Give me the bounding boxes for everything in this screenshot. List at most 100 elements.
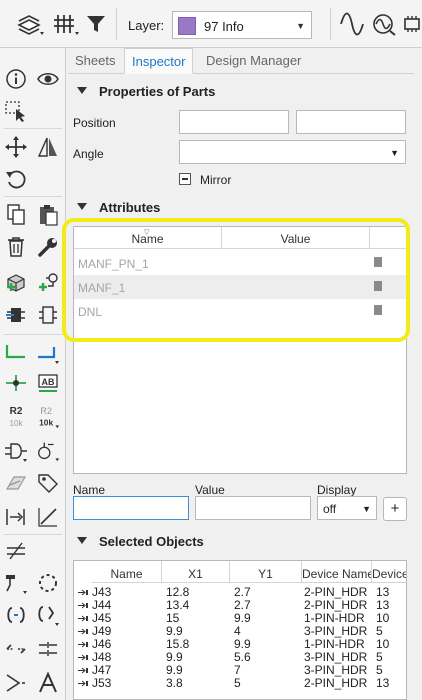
copy-icon[interactable] bbox=[3, 202, 29, 228]
attr-value-label: Value bbox=[195, 483, 225, 497]
chip-icon[interactable] bbox=[402, 10, 422, 38]
move-icon[interactable] bbox=[3, 134, 29, 160]
attr-col-extra bbox=[370, 227, 406, 249]
cell-device-name: 2-PIN_HDR bbox=[304, 586, 368, 599]
blue-bus-icon[interactable] bbox=[35, 340, 61, 366]
part-outline-icon[interactable] bbox=[35, 302, 61, 328]
green-wire-icon[interactable] bbox=[3, 340, 29, 366]
text-icon[interactable] bbox=[35, 670, 61, 696]
part-row-icon bbox=[78, 641, 88, 648]
sel-col-name[interactable]: Name bbox=[92, 561, 162, 583]
attr-display-select[interactable]: off ▼ bbox=[317, 496, 377, 520]
table-row[interactable]: J44 13.4 2.7 2-PIN_HDR 13 bbox=[74, 599, 406, 612]
wrench-icon[interactable] bbox=[35, 234, 61, 260]
attr-value-input[interactable] bbox=[195, 496, 311, 520]
selected-objects-title: Selected Objects bbox=[99, 534, 204, 549]
table-row[interactable]: J46 15.8 9.9 1-PIN-HDR 10 bbox=[74, 638, 406, 651]
attr-row[interactable]: DNL bbox=[74, 299, 406, 323]
svg-text:R2: R2 bbox=[40, 406, 52, 416]
cell-name: J44 bbox=[92, 599, 112, 612]
filter-icon[interactable] bbox=[82, 10, 110, 38]
selected-objects-table: Name X1 Y1 Device Name Device J43 12.8 2… bbox=[73, 560, 407, 700]
cell-device-name: 3-PIN_HDR bbox=[304, 651, 368, 664]
name-r2-icon[interactable]: R2 10k bbox=[35, 404, 61, 430]
sel-col-x1[interactable]: X1 bbox=[162, 561, 230, 583]
cell-device: 5 bbox=[376, 651, 383, 664]
attr-col-value[interactable]: Value bbox=[222, 227, 370, 249]
add-part-icon[interactable] bbox=[3, 270, 29, 296]
cell-x1: 9.9 bbox=[166, 651, 183, 664]
add-attribute-button[interactable]: + bbox=[383, 497, 407, 521]
circle-dashed-icon[interactable] bbox=[35, 570, 61, 596]
sine-wave-icon[interactable] bbox=[338, 10, 366, 38]
properties-section-header[interactable]: Properties of Parts bbox=[68, 78, 414, 104]
attr-row-name: DNL bbox=[78, 305, 103, 319]
position-label: Position bbox=[73, 116, 116, 130]
mirror-icon[interactable] bbox=[35, 134, 61, 160]
eye-icon[interactable] bbox=[35, 66, 61, 92]
add-pin-icon[interactable] bbox=[35, 270, 61, 296]
rotate-icon[interactable] bbox=[3, 166, 29, 192]
cell-name: J43 bbox=[92, 586, 112, 599]
cell-x1: 12.8 bbox=[166, 586, 190, 599]
optimize-icon[interactable] bbox=[35, 636, 61, 662]
sel-col-y1[interactable]: Y1 bbox=[230, 561, 302, 583]
left-tool-palette: AB R2 10k R2 10k bbox=[0, 48, 66, 700]
port-icon[interactable] bbox=[3, 504, 29, 530]
table-row[interactable]: J53 3.8 5 2-PIN_HDR 13 bbox=[74, 677, 406, 690]
value-r2-icon[interactable]: R2 10k bbox=[3, 404, 29, 430]
mirror-label: Mirror bbox=[200, 173, 232, 187]
table-row[interactable]: J47 9.9 7 3-PIN_HDR 5 bbox=[74, 664, 406, 677]
attr-display-icon bbox=[374, 257, 382, 267]
layers-icon[interactable] bbox=[16, 10, 44, 38]
table-row[interactable]: J45 15 9.9 1-PIN-HDR 10 bbox=[74, 612, 406, 625]
miter-icon[interactable] bbox=[35, 602, 61, 628]
junction-icon[interactable] bbox=[3, 370, 29, 396]
position-x-input[interactable] bbox=[179, 110, 289, 134]
grid-icon[interactable] bbox=[52, 10, 80, 38]
ratsnest-icon[interactable] bbox=[3, 670, 29, 696]
cell-device: 13 bbox=[376, 586, 390, 599]
smash-icon[interactable] bbox=[3, 470, 29, 496]
gate-icon[interactable] bbox=[3, 438, 29, 464]
selected-objects-section-header[interactable]: Selected Objects bbox=[68, 528, 414, 554]
cell-device: 13 bbox=[376, 599, 390, 612]
tab-design-manager[interactable]: Design Manager bbox=[199, 48, 308, 74]
attributes-section-header[interactable]: Attributes bbox=[68, 194, 414, 220]
signal-scope-icon[interactable] bbox=[370, 10, 398, 38]
info-icon[interactable] bbox=[3, 66, 29, 92]
attr-row[interactable]: MANF_PN_1 bbox=[74, 251, 406, 275]
position-y-input[interactable] bbox=[296, 110, 406, 134]
mirror-checkbox[interactable] bbox=[179, 173, 191, 185]
part-row-icon bbox=[78, 615, 88, 622]
sel-col-device-name[interactable]: Device Name bbox=[302, 561, 372, 583]
tab-inspector[interactable]: Inspector bbox=[124, 48, 194, 74]
label-tag-icon[interactable]: AB bbox=[35, 370, 61, 396]
attr-name-input[interactable] bbox=[73, 496, 189, 520]
tool-divider bbox=[4, 534, 62, 535]
invoke-gate-icon[interactable] bbox=[35, 438, 61, 464]
replace-part-icon[interactable] bbox=[3, 302, 29, 328]
line-draw-icon[interactable] bbox=[35, 504, 61, 530]
paste-icon[interactable] bbox=[35, 202, 61, 228]
table-row[interactable]: J43 12.8 2.7 2-PIN_HDR 13 bbox=[74, 586, 406, 599]
delete-icon[interactable] bbox=[3, 234, 29, 260]
attr-row[interactable]: MANF_1 bbox=[74, 275, 406, 299]
hatch-icon[interactable] bbox=[3, 538, 29, 564]
layer-select[interactable]: 97 Info ▼ bbox=[172, 11, 312, 39]
table-row[interactable]: J48 9.9 5.6 3-PIN_HDR 5 bbox=[74, 651, 406, 664]
tab-sheets[interactable]: Sheets bbox=[68, 48, 122, 74]
indeterminate-mark-icon bbox=[182, 178, 188, 180]
swap-icon[interactable] bbox=[3, 636, 29, 662]
attr-display-value: off bbox=[323, 502, 337, 516]
select-marquee-icon[interactable] bbox=[3, 98, 29, 124]
split-icon[interactable] bbox=[3, 602, 29, 628]
angle-label: Angle bbox=[73, 147, 104, 161]
pipette-icon[interactable] bbox=[3, 570, 29, 596]
cell-x1: 15 bbox=[166, 612, 180, 625]
table-row[interactable]: J49 9.9 4 3-PIN_HDR 5 bbox=[74, 625, 406, 638]
attribute-tag-icon[interactable] bbox=[35, 470, 61, 496]
sel-col-device[interactable]: Device bbox=[372, 561, 406, 583]
tool-divider bbox=[4, 128, 62, 129]
angle-select[interactable]: ▼ bbox=[179, 140, 406, 164]
